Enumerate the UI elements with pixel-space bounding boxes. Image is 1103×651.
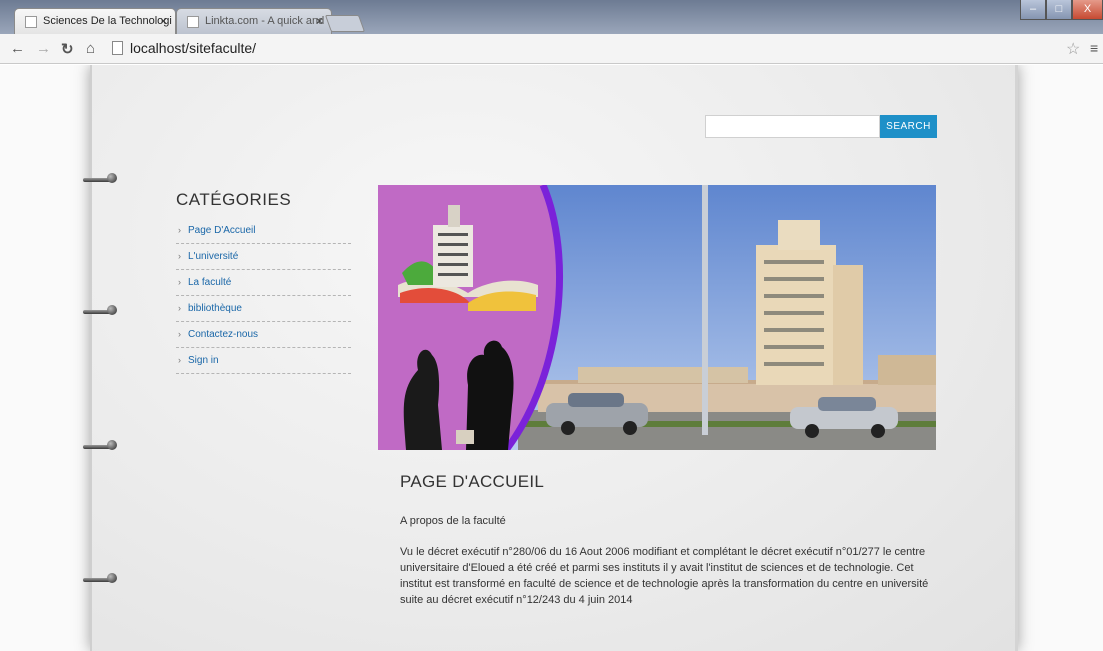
reload-icon[interactable]: ↻ <box>61 40 74 58</box>
tab-linkta[interactable]: Linkta.com - A quick and × <box>176 8 332 34</box>
tab-label: Linkta.com - A quick and <box>205 15 325 27</box>
hero-banner-image <box>378 185 936 450</box>
favicon-icon <box>187 16 199 28</box>
bookmark-star-icon[interactable]: ☆ <box>1066 39 1080 59</box>
chevron-right-icon: › <box>178 225 181 235</box>
sidebar-item-contact[interactable]: › Contactez-nous <box>176 322 351 348</box>
tab-close-icon[interactable]: × <box>316 14 323 28</box>
binder-ring-icon <box>83 440 121 454</box>
address-url[interactable]: localhost/sitefaculte/ <box>130 40 256 56</box>
sidebar-item-label[interactable]: Contactez-nous <box>188 329 258 340</box>
sidebar-item-faculte[interactable]: › La faculté <box>176 270 351 296</box>
page-viewport: SEARCH CATÉGORIES › Page D'Accueil › L'uni… <box>0 65 1103 651</box>
chevron-right-icon: › <box>178 355 181 365</box>
binder-ring-icon <box>83 305 121 319</box>
menu-icon[interactable]: ≡ <box>1090 40 1098 56</box>
about-subheading: A propos de la faculté <box>400 515 506 527</box>
browser-toolbar: ← → ↻ ⌂ localhost/sitefaculte/ ☆ ≡ <box>0 34 1103 64</box>
close-window-button[interactable]: X <box>1072 0 1103 20</box>
categories-title: CATÉGORIES <box>176 190 292 209</box>
page-icon <box>112 41 123 55</box>
categories-list: › Page D'Accueil › L'université › La facult… <box>176 218 351 374</box>
sidebar-item-label[interactable]: La faculté <box>188 277 231 288</box>
forward-arrow-icon[interactable]: → <box>36 40 51 57</box>
page-title: PAGE D'ACCUEIL <box>400 472 545 491</box>
tab-label: Sciences De la Technologi <box>43 15 172 27</box>
sidebar-item-label[interactable]: Sign in <box>188 355 219 366</box>
sidebar-item-label[interactable]: bibliothèque <box>188 303 242 314</box>
home-icon[interactable]: ⌂ <box>86 40 95 57</box>
chevron-right-icon: › <box>178 251 181 261</box>
about-paragraph: Vu le décret exécutif n°280/06 du 16 Aou… <box>400 546 929 606</box>
sidebar-item-bibliotheque[interactable]: › bibliothèque <box>176 296 351 322</box>
new-tab-button[interactable] <box>324 15 366 32</box>
sidebar-item-universite[interactable]: › L'université <box>176 244 351 270</box>
hero-illustration <box>378 185 936 450</box>
minimize-button[interactable]: – <box>1020 0 1046 20</box>
sidebar-item-sign-in[interactable]: › Sign in <box>176 348 351 374</box>
maximize-button[interactable]: □ <box>1046 0 1072 20</box>
binder-ring-icon <box>83 573 121 587</box>
tab-close-icon[interactable]: × <box>160 14 167 28</box>
back-arrow-icon[interactable]: ← <box>10 40 25 57</box>
binder-ring-icon <box>83 173 121 187</box>
sidebar-item-label[interactable]: L'université <box>188 251 238 262</box>
search-input[interactable] <box>705 115 880 138</box>
address-bar[interactable]: localhost/sitefaculte/ <box>108 38 1058 60</box>
browser-tab-strip: Sciences De la Technologi × Linkta.com -… <box>0 0 1103 34</box>
tab-sciences-technologie[interactable]: Sciences De la Technologi × <box>14 8 176 34</box>
sidebar-item-accueil[interactable]: › Page D'Accueil <box>176 218 351 244</box>
favicon-icon <box>25 16 37 28</box>
chevron-right-icon: › <box>178 277 181 287</box>
sidebar-item-label[interactable]: Page D'Accueil <box>188 225 256 236</box>
chevron-right-icon: › <box>178 303 181 313</box>
search-button[interactable]: SEARCH <box>880 115 937 138</box>
chevron-right-icon: › <box>178 329 181 339</box>
